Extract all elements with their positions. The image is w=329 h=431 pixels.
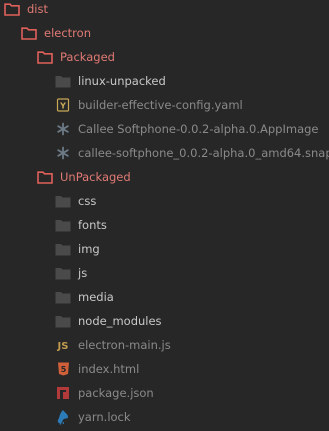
tree-item-electron-main[interactable]: JS electron-main.js — [0, 333, 329, 357]
tree-item-css[interactable]: css — [0, 189, 329, 213]
asterisk-icon — [55, 122, 71, 136]
tree-item-label: package.json — [78, 386, 154, 400]
folder-closed-icon — [55, 290, 71, 304]
tree-item-label: dist — [27, 2, 48, 16]
tree-item-label: linux-unpacked — [78, 74, 166, 88]
tree-item-builder-config[interactable]: Y builder-effective-config.yaml — [0, 93, 329, 117]
folder-open-icon — [37, 170, 53, 184]
folder-closed-icon — [55, 218, 71, 232]
tree-item-node-modules[interactable]: node_modules — [0, 309, 329, 333]
tree-item-fonts[interactable]: fonts — [0, 213, 329, 237]
folder-closed-icon — [55, 266, 71, 280]
tree-item-label: img — [78, 242, 100, 256]
yaml-icon: Y — [55, 98, 71, 112]
html5-icon: 5 — [55, 362, 71, 376]
tree-item-label: UnPackaged — [60, 170, 131, 184]
folder-open-icon — [21, 26, 37, 40]
folder-closed-icon — [55, 194, 71, 208]
yarn-icon — [55, 410, 71, 425]
tree-item-label: node_modules — [78, 314, 162, 328]
tree-item-electron[interactable]: electron — [0, 21, 329, 45]
tree-item-unpackaged[interactable]: UnPackaged — [0, 165, 329, 189]
npm-icon — [55, 386, 71, 400]
tree-item-yarn-lock[interactable]: yarn.lock — [0, 405, 329, 429]
js-icon: JS — [55, 338, 71, 352]
tree-item-label: media — [78, 290, 114, 304]
asterisk-icon — [55, 146, 71, 160]
tree-item-label: Packaged — [60, 50, 115, 64]
tree-item-label: css — [78, 194, 97, 208]
tree-item-index-html[interactable]: 5 index.html — [0, 357, 329, 381]
folder-closed-icon — [55, 314, 71, 328]
svg-text:Y: Y — [59, 102, 66, 111]
tree-item-label: callee-softphone_0.0.2-alpha.0_amd64.sna… — [78, 146, 329, 160]
tree-item-media[interactable]: media — [0, 285, 329, 309]
tree-item-label: Callee Softphone-0.0.2-alpha.0.AppImage — [78, 122, 319, 136]
tree-item-label: builder-effective-config.yaml — [78, 98, 243, 112]
folder-open-icon — [37, 50, 53, 64]
folder-open-icon — [4, 2, 20, 16]
tree-item-label: js — [78, 266, 88, 280]
tree-item-label: index.html — [78, 362, 140, 376]
tree-item-packaged[interactable]: Packaged — [0, 45, 329, 69]
folder-closed-icon — [55, 74, 71, 88]
tree-item-label: electron — [44, 26, 91, 40]
tree-item-img[interactable]: img — [0, 237, 329, 261]
svg-text:JS: JS — [57, 341, 69, 352]
tree-item-label: electron-main.js — [78, 338, 171, 352]
tree-item-label: yarn.lock — [78, 410, 131, 424]
folder-closed-icon — [55, 242, 71, 256]
tree-item-snap[interactable]: callee-softphone_0.0.2-alpha.0_amd64.sna… — [0, 141, 329, 165]
tree-item-linux-unpacked[interactable]: linux-unpacked — [0, 69, 329, 93]
tree-item-package-json[interactable]: package.json — [0, 381, 329, 405]
tree-item-appimage[interactable]: Callee Softphone-0.0.2-alpha.0.AppImage — [0, 117, 329, 141]
tree-item-label: fonts — [78, 218, 107, 232]
tree-item-dist[interactable]: dist — [0, 0, 329, 21]
tree-item-js[interactable]: js — [0, 261, 329, 285]
svg-text:5: 5 — [60, 365, 66, 374]
